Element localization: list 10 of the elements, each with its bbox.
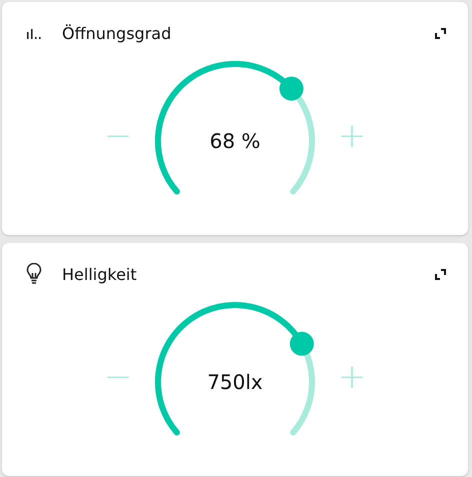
card-title: Öffnungsgrad xyxy=(62,24,172,42)
lightbulb-icon xyxy=(26,263,42,285)
expand-icon[interactable] xyxy=(435,28,446,38)
signal-bars-icon xyxy=(26,27,42,39)
decrease-button[interactable]: − xyxy=(98,357,138,397)
expand-icon[interactable] xyxy=(435,268,446,280)
increase-button[interactable]: + xyxy=(332,116,372,156)
decrease-button[interactable]: − xyxy=(98,116,138,156)
increase-button[interactable]: + xyxy=(332,357,372,397)
card-title: Helligkeit xyxy=(62,264,138,284)
